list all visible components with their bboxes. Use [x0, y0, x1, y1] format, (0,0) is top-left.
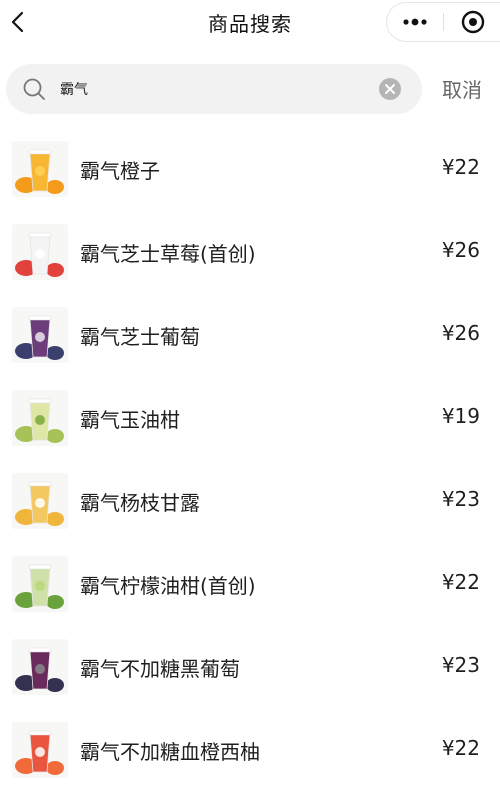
product-image[interactable]: [12, 556, 68, 612]
search-bar: [6, 64, 422, 114]
product-price: ¥22: [441, 155, 480, 179]
clear-icon: [379, 78, 401, 100]
product-price: ¥22: [441, 570, 480, 594]
product-price: ¥23: [441, 487, 480, 511]
product-name[interactable]: 霸气杨枝甘露: [80, 487, 200, 516]
product-image[interactable]: [12, 473, 68, 529]
product-name[interactable]: 霸气柠檬油柑(首创): [80, 570, 256, 599]
more-button[interactable]: [387, 3, 443, 41]
product-price: ¥23: [441, 653, 480, 677]
product-image[interactable]: [12, 224, 68, 280]
product-item[interactable]: 霸气芝士草莓(首创) ¥26: [0, 206, 500, 289]
product-price: ¥19: [441, 404, 480, 428]
product-item[interactable]: 霸气杨枝甘露 ¥23: [0, 455, 500, 538]
product-price: ¥22: [441, 736, 480, 760]
product-image[interactable]: [12, 639, 68, 695]
nav-bar: 商品搜索: [0, 0, 500, 44]
target-icon: [461, 10, 485, 34]
product-item[interactable]: 霸气芝士葡萄 ¥26: [0, 289, 500, 372]
mini-program-capsule: [386, 2, 500, 42]
close-mini-program-button[interactable]: [449, 3, 497, 41]
product-list: 霸气橙子 ¥22 霸气芝士草莓(首创) ¥26 霸气芝士葡萄 ¥26 霸气玉油柑 ¥19 霸气杨…: [0, 123, 500, 787]
product-name[interactable]: 霸气不加糖黑葡萄: [80, 653, 240, 682]
product-name[interactable]: 霸气玉油柑: [80, 404, 180, 433]
product-item[interactable]: 霸气柠檬油柑(首创) ¥22: [0, 538, 500, 621]
product-image[interactable]: [12, 141, 68, 197]
search-input[interactable]: [60, 74, 360, 104]
capsule-divider: [443, 13, 444, 31]
product-image[interactable]: [12, 307, 68, 363]
cancel-button[interactable]: 取消: [442, 74, 482, 103]
search-icon: [22, 77, 46, 101]
product-item[interactable]: 霸气不加糖血橙西柚 ¥22: [0, 704, 500, 787]
product-image[interactable]: [12, 390, 68, 446]
product-price: ¥26: [441, 238, 480, 262]
product-item[interactable]: 霸气玉油柑 ¥19: [0, 372, 500, 455]
product-name[interactable]: 霸气芝士草莓(首创): [80, 238, 256, 267]
product-item[interactable]: 霸气橙子 ¥22: [0, 123, 500, 206]
product-name[interactable]: 霸气橙子: [80, 155, 160, 184]
product-item[interactable]: 霸气不加糖黑葡萄 ¥23: [0, 621, 500, 704]
more-dots-icon: [403, 18, 427, 26]
product-price: ¥26: [441, 321, 480, 345]
product-name[interactable]: 霸气不加糖血橙西柚: [80, 736, 260, 765]
clear-search-button[interactable]: [378, 77, 402, 101]
product-name[interactable]: 霸气芝士葡萄: [80, 321, 200, 350]
